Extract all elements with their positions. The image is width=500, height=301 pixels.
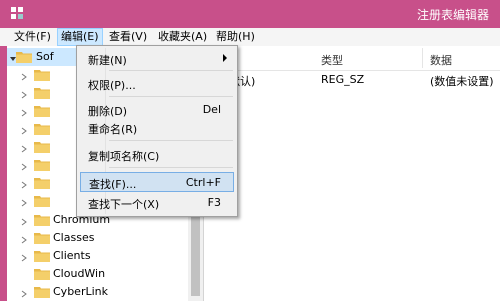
list-row[interactable]: 默认) REG_SZ (数值未设置) — [204, 71, 500, 89]
tree-item-label: CyberLink — [53, 285, 108, 298]
menu-separator — [109, 140, 233, 141]
menu-item-shortcut: F3 — [207, 196, 221, 209]
submenu-arrow-icon — [223, 54, 227, 62]
column-divider[interactable] — [422, 48, 423, 68]
expand-arrow-icon[interactable] — [21, 252, 27, 262]
menu-separator — [109, 167, 233, 168]
tree-item-label: Clients — [53, 249, 91, 262]
column-header-type[interactable]: 类型 — [321, 52, 343, 68]
expand-arrow-icon[interactable] — [21, 143, 27, 153]
baidu-watermark: Baidu经验 jingyan.baidu.com — [398, 252, 500, 292]
menu-item-rename[interactable]: 重命名(R) — [79, 117, 235, 137]
menu-item-shortcut: Ctrl+F — [185, 176, 221, 189]
folder-icon — [16, 51, 32, 63]
folder-icon — [34, 268, 50, 280]
title-bar: 注册表编辑器 — [0, 0, 500, 28]
expand-arrow-icon[interactable] — [21, 71, 27, 81]
menu-favorites[interactable]: 收藏夹(A) — [155, 28, 210, 46]
tree-item-label: Sof — [36, 50, 54, 63]
folder-icon — [34, 105, 50, 117]
tree-item-cloudwin[interactable]: CloudWin — [7, 265, 203, 283]
menu-bar: 文件(F) 编辑(E) 查看(V) 收藏夹(A) 帮助(H) — [0, 28, 500, 46]
menu-help[interactable]: 帮助(H) — [213, 28, 258, 46]
expand-arrow-icon[interactable] — [21, 234, 27, 244]
value-data: (数值未设置) — [430, 75, 494, 88]
folder-icon — [34, 123, 50, 135]
folder-icon — [34, 214, 50, 226]
expand-arrow-icon[interactable] — [21, 89, 27, 99]
expand-arrow-icon[interactable] — [21, 125, 27, 135]
folder-icon — [34, 87, 50, 99]
menu-item-find-next[interactable]: 查找下一个(X) F3 — [79, 192, 235, 212]
edit-menu: 新建(N) 权限(P)... 删除(D) Del 重命名(R) 复制项名称(C)… — [76, 45, 238, 217]
tree-item-label: Classes — [53, 231, 95, 244]
menu-item-copy-key-name[interactable]: 复制项名称(C) — [79, 144, 235, 164]
menu-item-label: 新建(N) — [88, 54, 127, 67]
menu-item-delete[interactable]: 删除(D) Del — [79, 99, 235, 119]
folder-icon — [34, 250, 50, 262]
menu-separator — [109, 96, 233, 97]
tree-item-cyberlink[interactable]: CyberLink — [7, 283, 203, 301]
folder-icon — [34, 159, 50, 171]
tree-item-label: CloudWin — [53, 267, 106, 280]
menu-separator — [109, 70, 233, 71]
collapse-arrow-icon[interactable] — [9, 53, 16, 61]
folder-icon — [34, 141, 50, 153]
menu-item-label: 权限(P)... — [88, 79, 136, 92]
value-type: REG_SZ — [321, 73, 365, 86]
expand-arrow-icon[interactable] — [21, 288, 27, 298]
menu-view[interactable]: 查看(V) — [106, 28, 150, 46]
expand-arrow-icon[interactable] — [21, 197, 27, 207]
expand-arrow-icon[interactable] — [21, 107, 27, 117]
folder-icon — [34, 286, 50, 298]
menu-item-label: 查找下一个(X) — [88, 198, 160, 211]
menu-item-label: 查找(F)... — [89, 178, 137, 191]
menu-item-new[interactable]: 新建(N) — [79, 48, 235, 68]
registry-editor-icon[interactable] — [10, 6, 24, 20]
expand-arrow-icon[interactable] — [21, 216, 27, 226]
window-title: 注册表编辑器 — [417, 8, 490, 22]
menu-item-permissions[interactable]: 权限(P)... — [79, 73, 235, 93]
watermark-url: jingyan.baidu.com — [436, 278, 500, 288]
folder-icon — [34, 69, 50, 81]
tree-item-classes[interactable]: Classes — [7, 229, 203, 247]
menu-item-find[interactable]: 查找(F)... Ctrl+F — [80, 172, 234, 192]
folder-icon — [34, 195, 50, 207]
expand-arrow-icon[interactable] — [21, 179, 27, 189]
menu-item-label: 复制项名称(C) — [88, 150, 160, 163]
menu-edit[interactable]: 编辑(E) — [57, 28, 103, 46]
menu-item-shortcut: Del — [202, 103, 221, 116]
menu-file[interactable]: 文件(F) — [11, 28, 54, 46]
menu-item-label: 重命名(R) — [88, 123, 138, 136]
expand-arrow-icon[interactable] — [21, 161, 27, 171]
folder-icon — [34, 177, 50, 189]
tree-item-clients[interactable]: Clients — [7, 247, 203, 265]
list-header: 类型 数据 — [204, 46, 500, 71]
column-header-data[interactable]: 数据 — [430, 52, 452, 68]
folder-icon — [34, 232, 50, 244]
